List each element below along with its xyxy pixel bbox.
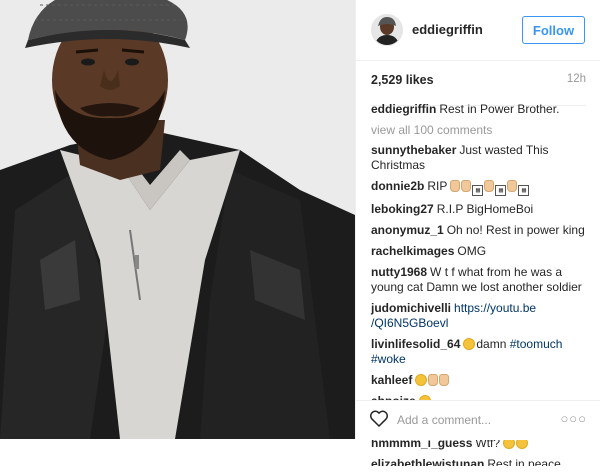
post-header: eddiegriffin Follow — [356, 0, 600, 61]
follow-button[interactable]: Follow — [522, 16, 585, 44]
comment-text: R.I.P BigHomeBoi — [436, 202, 534, 216]
hashtag-link[interactable]: #toomuch — [510, 337, 563, 351]
view-all-comments-link[interactable]: view all 100 comments — [371, 123, 591, 138]
caption-username[interactable]: eddiegriffin — [371, 102, 436, 116]
comment-username[interactable]: livinlifesolid_64 — [371, 337, 460, 351]
praying-hands-emoji — [507, 180, 518, 192]
comment-username[interactable]: kahleef — [371, 373, 412, 387]
missing-glyph-icon: ▦ — [495, 185, 507, 196]
post-photo[interactable] — [0, 0, 355, 439]
comment-text: damn — [476, 337, 507, 351]
more-options-icon[interactable]: ○○○ — [560, 411, 587, 426]
post-time[interactable]: 12h — [567, 73, 586, 85]
comment-username[interactable]: anonymuz_1 — [371, 223, 444, 237]
hand-emoji — [428, 374, 439, 386]
heart-icon[interactable] — [370, 410, 388, 432]
portrait-illustration — [0, 0, 355, 439]
comment-text: Rest in peace — [487, 457, 561, 466]
comment-text: OMG — [457, 244, 487, 258]
praying-hands-emoji — [450, 179, 472, 193]
comment-username[interactable]: elizabethlewistunan — [371, 457, 484, 466]
comment-bar: ○○○ — [356, 400, 600, 440]
comment-username[interactable]: nutty1968 — [371, 265, 427, 279]
instagram-post: eddiegriffin Follow 2,529 likes 12h eddi… — [0, 0, 600, 466]
hashtag-link[interactable]: #woke — [371, 352, 406, 366]
comment-username[interactable]: leboking27 — [371, 202, 434, 216]
post-side-panel: eddiegriffin Follow 2,529 likes 12h eddi… — [355, 0, 600, 466]
comment-item: donnie2b RIP ▦ ▦ ▦ — [371, 179, 591, 196]
header-username[interactable]: eddiegriffin — [412, 22, 483, 37]
unamused-face-emoji — [463, 338, 476, 350]
comment-item: rachelkimages OMG — [371, 244, 591, 259]
comment-item: kahleef — [371, 373, 591, 388]
missing-glyph-icon: ▦ — [472, 185, 484, 196]
avatar-icon — [372, 15, 402, 45]
comment-text: RIP — [427, 179, 448, 193]
caption-text: Rest in Power Brother. — [439, 102, 560, 116]
unamused-face-emoji — [415, 374, 428, 386]
comment-item: elizabethlewistunan Rest in peace — [371, 457, 591, 466]
comment-username[interactable]: rachelkimages — [371, 244, 454, 258]
comment-item: leboking27 R.I.P BigHomeBoi — [371, 202, 591, 217]
comment-item: livinlifesolid_64 damn #toomuch #woke — [371, 337, 591, 367]
comment-item: anonymuz_1 Oh no! Rest in power king — [371, 223, 591, 238]
comment-item: nutty1968 W t f what from he was a young … — [371, 265, 591, 295]
avatar[interactable] — [371, 14, 403, 46]
comment-text: Oh no! Rest in power king — [446, 223, 585, 237]
comment-username[interactable]: donnie2b — [371, 179, 424, 193]
comment-username[interactable]: sunnythebaker — [371, 143, 456, 157]
praying-hands-emoji — [484, 180, 495, 192]
caption: eddiegriffin Rest in Power Brother. — [371, 102, 591, 117]
missing-glyph-icon: ▦ — [518, 185, 530, 196]
hand-emoji — [439, 374, 450, 386]
add-comment-input[interactable] — [397, 411, 557, 429]
likes-count[interactable]: 2,529 likes — [371, 73, 434, 87]
comment-item: judomichivelli https://youtu.be /QI6N5GBo… — [371, 301, 591, 331]
comment-username[interactable]: judomichivelli — [371, 301, 451, 315]
comment-item: sunnythebaker Just wasted This Christmas — [371, 143, 591, 173]
